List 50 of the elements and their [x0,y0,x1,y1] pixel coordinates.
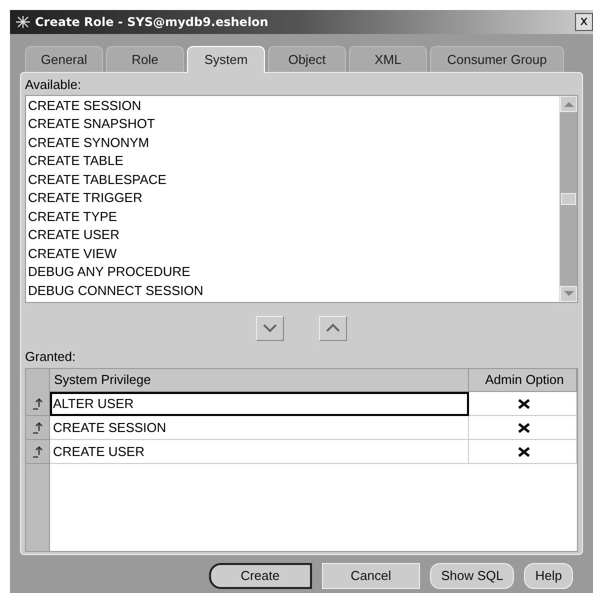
list-item[interactable]: CREATE TYPE [26,208,559,226]
cross-icon[interactable] [517,398,531,408]
dialog-button[interactable]: Help [524,563,573,589]
tab[interactable]: XML [349,46,427,72]
list-item[interactable]: CREATE SYNONYM [26,134,559,152]
chevron-up-icon [326,323,340,333]
row-marker-icon [32,446,44,458]
scroll-down-button[interactable] [560,286,577,302]
row-header[interactable] [26,416,50,440]
list-item[interactable]: CREATE TABLE [26,152,559,170]
row-marker-icon [32,398,44,410]
row-marker-icon [32,422,44,434]
list-item[interactable]: CREATE TRIGGER [26,189,559,208]
list-item[interactable]: CREATE USER [26,226,559,244]
available-label: Available: [25,76,82,94]
list-item[interactable]: DEBUG CONNECT SESSION [26,282,559,300]
dialog-button[interactable]: Create [208,563,312,589]
tab[interactable]: Role [106,46,184,72]
close-button[interactable]: x [575,13,593,31]
dialog-button[interactable]: Show SQL [430,563,514,589]
list-item[interactable]: DEBUG ANY PROCEDURE [26,263,559,282]
down-arrow-icon [564,290,574,296]
cross-icon[interactable] [517,422,531,432]
up-arrow-icon [564,100,574,106]
scrollbar[interactable] [559,96,577,302]
app-icon [14,15,32,29]
list-item[interactable]: CREATE VIEW [26,244,559,263]
chevron-down-icon [263,323,277,333]
row-header[interactable] [26,440,50,464]
scroll-thumb[interactable] [561,192,576,204]
column-header: System Privilege [50,369,469,392]
column-header: Admin Option [469,369,577,392]
granted-label: Granted: [25,348,77,366]
scroll-up-button[interactable] [560,96,577,112]
row-header[interactable] [26,392,50,416]
tab[interactable]: System [187,46,265,73]
tab[interactable]: Object [268,46,346,72]
tab[interactable]: General [25,46,103,72]
list-item[interactable]: CREATE SESSION [26,96,559,115]
list-item[interactable]: CREATE SNAPSHOT [26,115,559,134]
cross-icon[interactable] [517,446,531,456]
tab[interactable]: Consumer Group [430,46,564,72]
dialog-button[interactable]: Cancel [322,563,420,589]
window-title: Create Role - SYS@mydb9.eshelon [35,14,268,31]
table-cell: ALTER USER [50,392,469,416]
table-cell: CREATE USER [50,440,469,464]
list-item[interactable]: CREATE TABLESPACE [26,170,559,189]
move-up-button[interactable] [319,316,347,340]
move-down-button[interactable] [256,316,284,340]
table-cell: CREATE SESSION [50,416,469,440]
